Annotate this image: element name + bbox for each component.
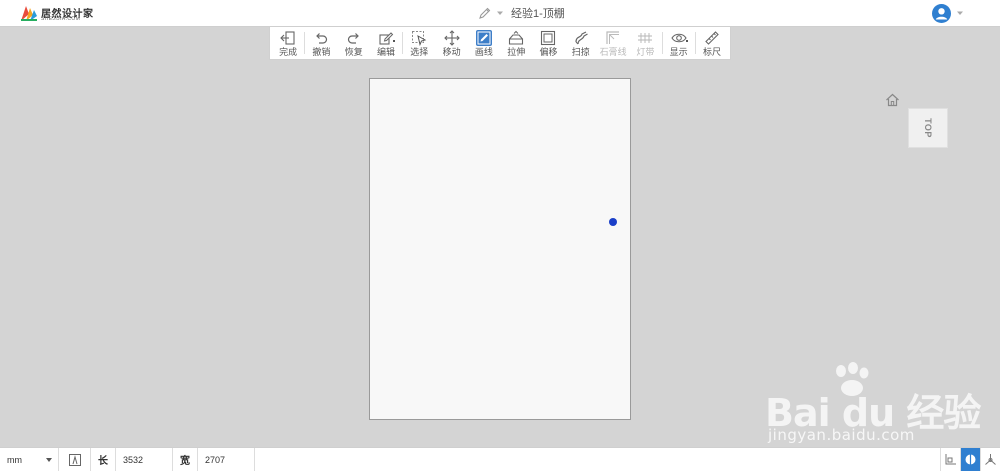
undo-icon: [316, 33, 328, 44]
tool-edit[interactable]: 编辑: [370, 27, 402, 59]
tool-select[interactable]: 选择: [403, 27, 435, 59]
tool-redo-label: 恢复: [344, 47, 363, 57]
tool-extrude[interactable]: 拉伸: [500, 27, 532, 59]
tool-draw-line-label: 画线: [474, 47, 493, 57]
status-bar-spacer: [255, 448, 940, 471]
tool-display-label: 显示: [669, 47, 688, 57]
view-cube-label: TOP: [923, 118, 933, 138]
drawing-toolbar: 完成 撤销 恢复 编辑 选择 移动 画线 拉伸 偏移 扫掠 石膏线 灯带 显示 …: [269, 27, 731, 60]
status-bar: mm 长 宽: [0, 447, 1000, 471]
extrude-icon: [509, 30, 524, 45]
watermark-url: jingyan.baidu.com: [768, 426, 915, 444]
pencil-icon[interactable]: [478, 6, 492, 20]
tool-finish-label: 完成: [279, 47, 298, 57]
tool-offset-label: 偏移: [539, 47, 558, 57]
tool-ruler-label: 标尺: [702, 47, 721, 57]
paw-logo-icon: [836, 362, 869, 396]
tool-light-strip-label: 灯带: [636, 47, 655, 57]
perspective-icon: [985, 454, 996, 465]
home-icon[interactable]: [885, 93, 900, 107]
tool-undo[interactable]: 撤销: [305, 27, 337, 59]
length-input[interactable]: [116, 448, 173, 471]
tool-molding[interactable]: 石膏线: [597, 27, 629, 59]
finish-icon: [280, 31, 295, 45]
tool-edit-label: 编辑: [377, 47, 396, 57]
view-2d-button[interactable]: [940, 448, 960, 471]
cursor-point[interactable]: [609, 218, 617, 226]
tool-sweep-label: 扫掠: [571, 47, 590, 57]
tool-molding-label: 石膏线: [599, 47, 627, 57]
tool-redo[interactable]: 恢复: [338, 27, 370, 59]
eye-icon: [671, 33, 687, 43]
view-cube[interactable]: TOP: [908, 108, 948, 148]
snap-toggle-button[interactable]: [59, 448, 91, 471]
top-header: 居然设计家 SHEJIJIA.COM 经验1-顶棚: [0, 0, 1000, 27]
watermark: Bai du 经验 jingyan.baidu.com: [765, 362, 981, 452]
tool-offset[interactable]: 偏移: [532, 27, 564, 59]
ruler-icon: [705, 31, 719, 45]
tool-undo-label: 撤销: [312, 47, 331, 57]
molding-icon: [606, 31, 620, 44]
snap-icon: [68, 453, 81, 466]
user-avatar-icon[interactable]: [932, 4, 951, 23]
view-3d-button[interactable]: [960, 448, 980, 471]
length-label: 长: [91, 448, 116, 471]
offset-icon: [541, 30, 556, 46]
dropdown-indicator: [685, 40, 688, 42]
tool-finish[interactable]: 完成: [272, 27, 304, 59]
document-title[interactable]: 经验1-顶棚: [511, 5, 565, 21]
unit-select-value: mm: [7, 454, 22, 465]
view-perspective-button[interactable]: [980, 448, 1000, 471]
tool-ruler[interactable]: 标尺: [696, 27, 728, 59]
sphere-view-icon: [965, 454, 976, 465]
watermark-text: Bai du 经验: [765, 391, 981, 435]
tool-light-strip[interactable]: 灯带: [629, 27, 661, 59]
document-title-area: 经验1-顶棚: [478, 5, 565, 21]
drawing-canvas[interactable]: [369, 78, 631, 420]
width-label: 宽: [173, 448, 198, 471]
tool-select-label: 选择: [410, 47, 429, 57]
select-icon: [412, 31, 427, 46]
edit-icon: [379, 32, 394, 45]
tool-move[interactable]: 移动: [435, 27, 467, 59]
tool-sweep[interactable]: 扫掠: [565, 27, 597, 59]
sweep-icon: [575, 31, 588, 45]
app-logo[interactable]: 居然设计家 SHEJIJIA.COM: [20, 4, 93, 24]
plan-view-icon: [945, 454, 956, 465]
logo-subtext: SHEJIJIA.COM: [41, 16, 81, 22]
width-input[interactable]: [198, 448, 255, 471]
tool-draw-line[interactable]: 画线: [468, 27, 500, 59]
tool-display[interactable]: 显示: [663, 27, 695, 59]
redo-icon: [347, 33, 359, 44]
user-menu-chevron-icon[interactable]: [956, 9, 964, 17]
light-strip-icon: [638, 33, 653, 43]
dropdown-indicator: [393, 40, 396, 42]
draw-line-icon: [475, 30, 492, 46]
chevron-down-icon: [46, 457, 52, 462]
chevron-down-icon[interactable]: [496, 9, 504, 17]
unit-select[interactable]: mm: [0, 448, 59, 471]
move-icon: [443, 30, 460, 46]
tool-move-label: 移动: [442, 47, 461, 57]
tool-extrude-label: 拉伸: [507, 47, 526, 57]
logo-icon: [21, 6, 37, 21]
